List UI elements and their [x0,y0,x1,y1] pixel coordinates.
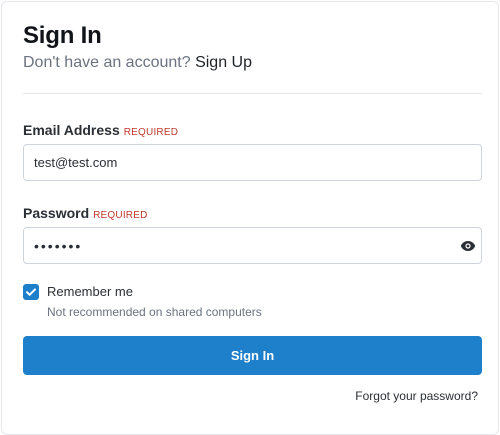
check-icon [26,288,36,296]
password-field[interactable] [23,227,482,264]
page-title: Sign In [23,22,102,49]
divider [23,93,482,94]
password-required-tag: REQUIRED [93,210,148,221]
email-required-tag: REQUIRED [123,127,179,138]
remember-me-hint: Not recommended on shared computers [47,305,262,319]
eye-icon[interactable] [460,240,476,252]
email-label-text: Email Address [23,122,120,138]
signup-link[interactable]: Sign Up [195,54,252,71]
password-label: Password REQUIRED [23,205,148,221]
sign-in-button[interactable]: Sign In [23,336,482,375]
sign-in-card: Sign In Don't have an account? Sign Up E… [1,1,499,435]
email-label: Email Address REQUIRED [23,122,178,138]
remember-me-label[interactable]: Remember me [47,284,133,299]
signup-prompt: Don't have an account? Sign Up [23,54,252,72]
signup-prompt-text: Don't have an account? [23,54,191,71]
remember-me-checkbox[interactable] [23,284,39,300]
email-field[interactable] [23,144,482,181]
password-label-text: Password [23,205,90,221]
forgot-password-link[interactable]: Forgot your password? [355,389,478,403]
